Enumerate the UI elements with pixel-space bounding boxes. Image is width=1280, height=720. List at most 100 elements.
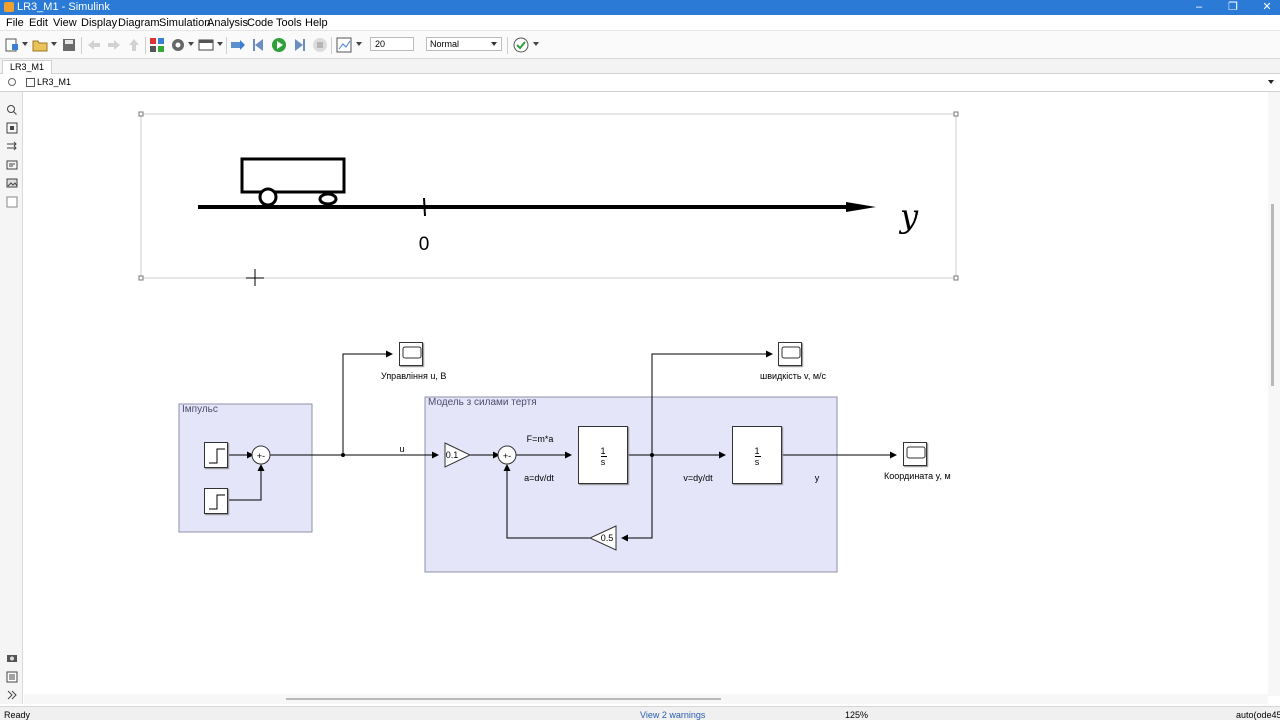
- model-settings-icon[interactable]: [170, 37, 186, 53]
- scope-speed[interactable]: [778, 342, 802, 366]
- gain-block-2-value: 0.5: [601, 533, 614, 543]
- simulation-mode-value: Normal: [430, 39, 460, 49]
- simulink-logo-icon: [4, 2, 14, 12]
- branch-point: [650, 453, 654, 457]
- menu-tools[interactable]: Tools: [276, 17, 302, 29]
- warnings-link[interactable]: View 2 warnings: [640, 710, 705, 720]
- update-diagram-icon[interactable]: [230, 37, 246, 53]
- close-button[interactable]: ✕: [1250, 0, 1280, 15]
- menu-edit[interactable]: Edit: [29, 17, 48, 29]
- inspector-dropdown-arrow[interactable]: [356, 42, 362, 46]
- image-icon[interactable]: [6, 177, 18, 189]
- open-folder-icon[interactable]: [32, 37, 48, 53]
- expand-icon[interactable]: [6, 689, 18, 701]
- scope-icon: [402, 346, 422, 359]
- simulation-mode-select[interactable]: Normal: [426, 37, 502, 51]
- model-advisor-icon[interactable]: [513, 37, 529, 53]
- data-inspector-icon[interactable]: [336, 37, 352, 53]
- scope-icon: [781, 346, 801, 359]
- area-impulse-title: Імпульс: [182, 404, 218, 415]
- step-back-icon[interactable]: [251, 37, 267, 53]
- status-bar: Ready View 2 warnings 125% auto(ode45): [0, 706, 1280, 720]
- breadcrumb-model[interactable]: LR3_M1: [37, 77, 71, 87]
- label-acceleration: a=dv/dt: [524, 473, 554, 483]
- toolbar-separator: [226, 37, 227, 54]
- horizontal-scroll-thumb[interactable]: [286, 698, 721, 700]
- toolbar-separator: [331, 37, 332, 54]
- vertical-scrollbar[interactable]: [1268, 92, 1280, 696]
- advisor-dropdown-arrow[interactable]: [533, 42, 539, 46]
- sketch-axis-label: y: [898, 197, 919, 235]
- new-dropdown-arrow[interactable]: [22, 42, 28, 46]
- scope-coordinate[interactable]: [903, 442, 927, 466]
- status-text: Ready: [4, 710, 31, 720]
- fit-view-icon[interactable]: [6, 122, 18, 134]
- step-block-2[interactable]: [204, 488, 228, 514]
- sum-block-2-signs: +-: [503, 451, 511, 461]
- zoom-in-icon[interactable]: [6, 104, 18, 116]
- chevron-down-icon: [491, 42, 497, 46]
- sketch-image[interactable]: 0 y: [138, 111, 959, 281]
- area-model[interactable]: [424, 396, 838, 573]
- menu-display[interactable]: Display: [81, 17, 117, 29]
- route-lines-icon[interactable]: [6, 140, 18, 152]
- save-icon[interactable]: [61, 37, 77, 53]
- area-icon[interactable]: [6, 196, 18, 208]
- scope-speed-label: швидкість v, м/с: [760, 371, 827, 381]
- menu-view[interactable]: View: [53, 17, 77, 29]
- breadcrumb-dropdown-icon[interactable]: [1268, 80, 1274, 84]
- cart-drawing: [240, 157, 346, 207]
- forward-icon[interactable]: [106, 37, 122, 53]
- menu-diagram[interactable]: Diagram: [118, 17, 160, 29]
- horizontal-scrollbar[interactable]: [24, 694, 1268, 704]
- zoom-level: 125%: [845, 710, 869, 720]
- stop-icon[interactable]: [312, 37, 328, 53]
- integrator-block-1[interactable]: 1 s: [578, 426, 628, 484]
- annotation-icon[interactable]: [6, 159, 18, 171]
- integrator-2-denominator: s: [754, 457, 760, 467]
- sum-block-1-signs: +-: [257, 451, 265, 461]
- explorer-dropdown-arrow[interactable]: [217, 42, 223, 46]
- menu-bar: File Edit View Display Diagram Simulatio…: [0, 15, 1280, 31]
- menu-analysis[interactable]: Analysis: [207, 17, 248, 29]
- settings-dropdown-arrow[interactable]: [188, 42, 194, 46]
- menu-simulation[interactable]: Simulation: [159, 17, 210, 29]
- scope-coordinate-label: Координата y, м: [884, 471, 951, 481]
- breadcrumb: LR3_M1: [0, 74, 1280, 92]
- vertical-scroll-thumb[interactable]: [1271, 204, 1274, 386]
- integrator-1-denominator: s: [600, 457, 606, 467]
- tab-model[interactable]: LR3_M1: [2, 60, 53, 74]
- menu-help[interactable]: Help: [305, 17, 328, 29]
- run-icon[interactable]: [271, 37, 287, 53]
- camera-icon[interactable]: [6, 652, 18, 664]
- back-icon[interactable]: [86, 37, 102, 53]
- minimize-button[interactable]: –: [1182, 0, 1216, 15]
- branch-point: [341, 453, 345, 457]
- model-browser-icon[interactable]: [6, 671, 18, 683]
- area-impulse[interactable]: [178, 403, 313, 533]
- solver-indicator[interactable]: auto(ode45): [1236, 710, 1280, 720]
- model-explorer-icon[interactable]: [198, 37, 214, 53]
- up-icon[interactable]: [126, 37, 142, 53]
- scope-control[interactable]: [399, 342, 423, 366]
- palette: [0, 92, 23, 704]
- integrator-1-numerator: 1: [600, 446, 606, 456]
- library-browser-icon[interactable]: [149, 37, 165, 53]
- sketch-origin-tick: [421, 197, 428, 217]
- model-icon: [26, 78, 35, 87]
- hide-browser-icon[interactable]: [8, 78, 16, 86]
- area-model-title: Модель з силами тертя: [428, 397, 537, 408]
- maximize-button[interactable]: ❐: [1216, 0, 1250, 15]
- open-dropdown-arrow[interactable]: [51, 42, 57, 46]
- model-canvas[interactable]: 0 y +- +- 0.1 0.5 u F=m*a a=dv/dt v=dy/d…: [24, 92, 1268, 696]
- integrator-2-numerator: 1: [754, 446, 760, 456]
- stop-time-input[interactable]: 20: [370, 37, 414, 51]
- new-model-icon[interactable]: [4, 37, 20, 53]
- step-block-1[interactable]: [204, 442, 228, 468]
- step-forward-icon[interactable]: [291, 37, 307, 53]
- step-icon: [209, 494, 225, 510]
- menu-code[interactable]: Code: [247, 17, 273, 29]
- menu-file[interactable]: File: [6, 17, 24, 29]
- scope-icon: [906, 446, 926, 459]
- integrator-block-2[interactable]: 1 s: [732, 426, 782, 484]
